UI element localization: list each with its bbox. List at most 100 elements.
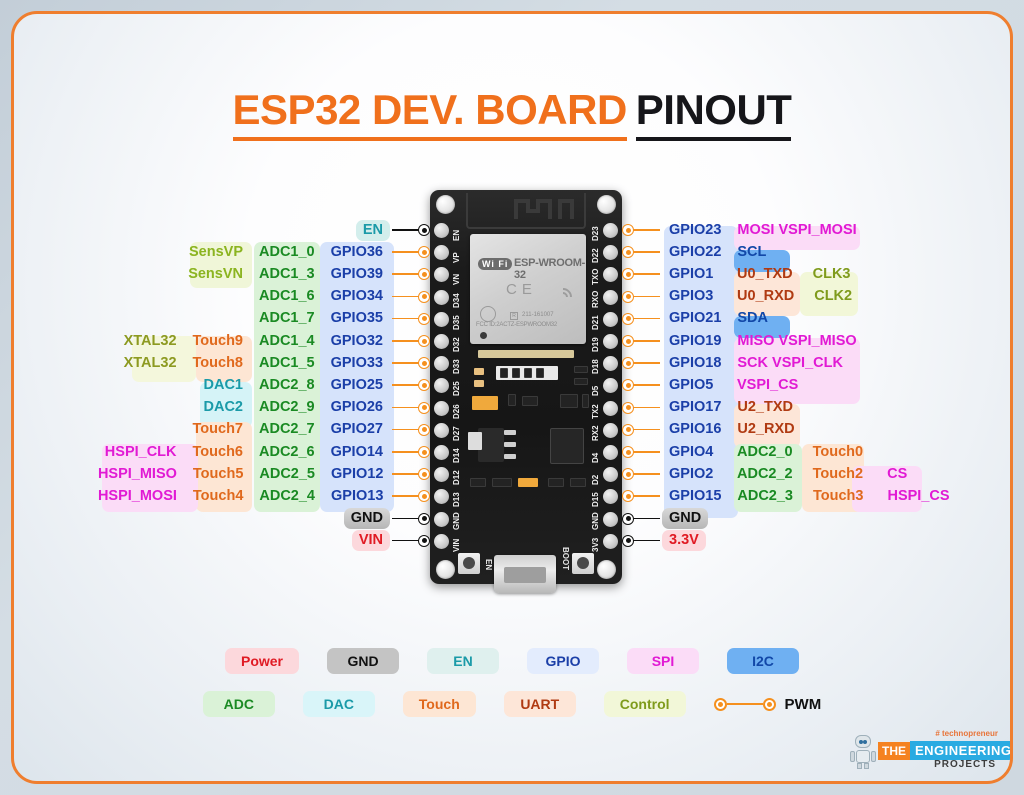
pin-row-right: GPIO3 U0_RXD CLK2 [622, 286, 1010, 308]
connector-line [633, 229, 660, 231]
pin-label-33v: 3.3V [662, 530, 706, 552]
header-pad [603, 267, 618, 283]
en-button[interactable] [458, 553, 480, 574]
silkscreen-label: D27 [452, 426, 461, 441]
r-mark-icon: R [510, 312, 518, 320]
connector-dot [418, 379, 430, 392]
legend-item-i2c: I2C [727, 648, 799, 674]
legend: Power GND EN GPIO SPI I2C [14, 648, 1010, 674]
pin-row-left: VIN [94, 530, 430, 552]
connector-dot [418, 534, 430, 547]
pin-alt-function-3: HSPI_CS [887, 487, 950, 504]
connector-line [392, 362, 419, 364]
pwm-connector [392, 423, 430, 437]
pin-label-gpio22: GPIO22 [669, 243, 722, 260]
pin-alt-function-3: CS [887, 465, 908, 482]
boot-button[interactable] [572, 553, 594, 574]
pin-row-right: GPIO2 ADC2_2 Touch2 CS [622, 463, 1010, 485]
pin-connector [622, 512, 660, 526]
pin-label-gpio33: GPIO33 [330, 354, 383, 371]
header-pad [603, 356, 618, 372]
legend-row-secondary: ADC DAC Touch UART Control PWM [14, 691, 1010, 717]
legend-item-gnd: GND [327, 648, 399, 674]
silkscreen-label: D32 [452, 337, 461, 352]
pin-adc-function: ADC2_6 [259, 443, 315, 460]
pcb-component [560, 394, 578, 408]
page-title: ESP32 DEV. BOARD PINOUT [14, 86, 1010, 141]
antenna-trace [514, 199, 586, 219]
pin-adc-function: ADC1_4 [259, 332, 315, 349]
silkscreen-label: GND [591, 511, 600, 530]
pwm-connector [392, 467, 430, 481]
esp32-board: Wi Fi ESP-WROOM-32 CE R 211-161007 FCC I… [430, 190, 622, 593]
header-pad [434, 245, 449, 261]
header-pad [603, 223, 618, 238]
connector-dot [418, 290, 430, 303]
pcb-component [470, 478, 486, 487]
pwm-connector [392, 445, 430, 459]
title-part-primary: ESP32 DEV. BOARD [232, 86, 627, 141]
pin-alt-function: XTAL32 [123, 332, 177, 349]
header-pad [434, 533, 449, 549]
pin-alt-function-2: Touch3 [813, 487, 864, 504]
connector-line [633, 340, 660, 342]
connector-dot [418, 512, 430, 525]
pin-label-gpio16: GPIO16 [669, 421, 722, 438]
pin-label-gpio17: GPIO17 [669, 399, 722, 416]
footer-logo: # technopreneur THE ENGINEERING PROJECTS [848, 729, 1010, 777]
pwm-connector [392, 356, 430, 370]
pin-connector [392, 512, 430, 526]
mounting-hole [436, 560, 455, 579]
pin-row-left: ADC1_7 GPIO35 [94, 308, 430, 330]
pin-touch-function: Touch7 [192, 421, 243, 438]
robot-head [855, 735, 871, 748]
logo-wordmark: THE ENGINEERING [878, 741, 1010, 760]
pwm-connector [622, 445, 660, 459]
pin-row-left: SensVP ADC1_0 GPIO36 [94, 241, 430, 263]
pwm-connector [392, 334, 430, 348]
ce-mark-icon: CE [506, 281, 537, 298]
pwm-connector [392, 489, 430, 503]
pcb-component [492, 478, 512, 487]
pwm-connector [622, 245, 660, 259]
header-pad [603, 245, 618, 261]
pwm-connector [622, 312, 660, 326]
connector-line [633, 451, 660, 453]
pin-alt-function: SCL [737, 243, 767, 260]
micro-usb-port [494, 555, 556, 593]
pin-row-right: GPIO19 MISO VSPI_MISO [622, 330, 1010, 352]
pwm-connector [622, 423, 660, 437]
pwm-connector [622, 223, 660, 237]
module-id-label: 211-161007 [522, 312, 554, 318]
header-pad [434, 445, 449, 460]
pin-alt-function: ADC2_2 [737, 465, 793, 482]
pwm-connector [622, 378, 660, 392]
legend-secondary: ADC DAC Touch UART Control PWM [14, 691, 1010, 717]
connector-dot [418, 224, 430, 236]
pin-alt-function: U0_RXD [737, 288, 795, 305]
silkscreen-label: D22 [591, 248, 600, 264]
pin-row-right: GPIO16 U2_RXD [622, 419, 1010, 441]
silkscreen-label: D13 [452, 492, 461, 508]
connector-line [392, 229, 419, 231]
connector-line [633, 317, 660, 320]
en-button-label: EN [484, 558, 493, 570]
wifi-icon: Wi Fi [478, 258, 513, 270]
silkscreen-label: D19 [591, 337, 600, 352]
legend-item-power: Power [224, 648, 299, 674]
header-pad [603, 378, 618, 394]
silkscreen-label: D34 [452, 292, 461, 308]
pin-row-left: Touch7 ADC2_7 GPIO27 [94, 419, 430, 441]
legend-item-touch: Touch [402, 691, 476, 717]
pin-label-gnd: GND [343, 508, 390, 530]
energy-mark-icon [480, 306, 496, 322]
pin-label-gpio18: GPIO18 [669, 354, 722, 371]
pin-row-right: GPIO17 U2_TXD [622, 397, 1010, 419]
robot-body [856, 750, 870, 763]
pin-touch-function: Touch9 [192, 332, 243, 349]
header-pad [434, 422, 449, 438]
header-pad [603, 445, 618, 460]
logo-engineering: ENGINEERING [910, 741, 1010, 760]
pin-label-gpio23: GPIO23 [669, 221, 722, 238]
pin-adc-function: ADC1_0 [259, 243, 315, 260]
